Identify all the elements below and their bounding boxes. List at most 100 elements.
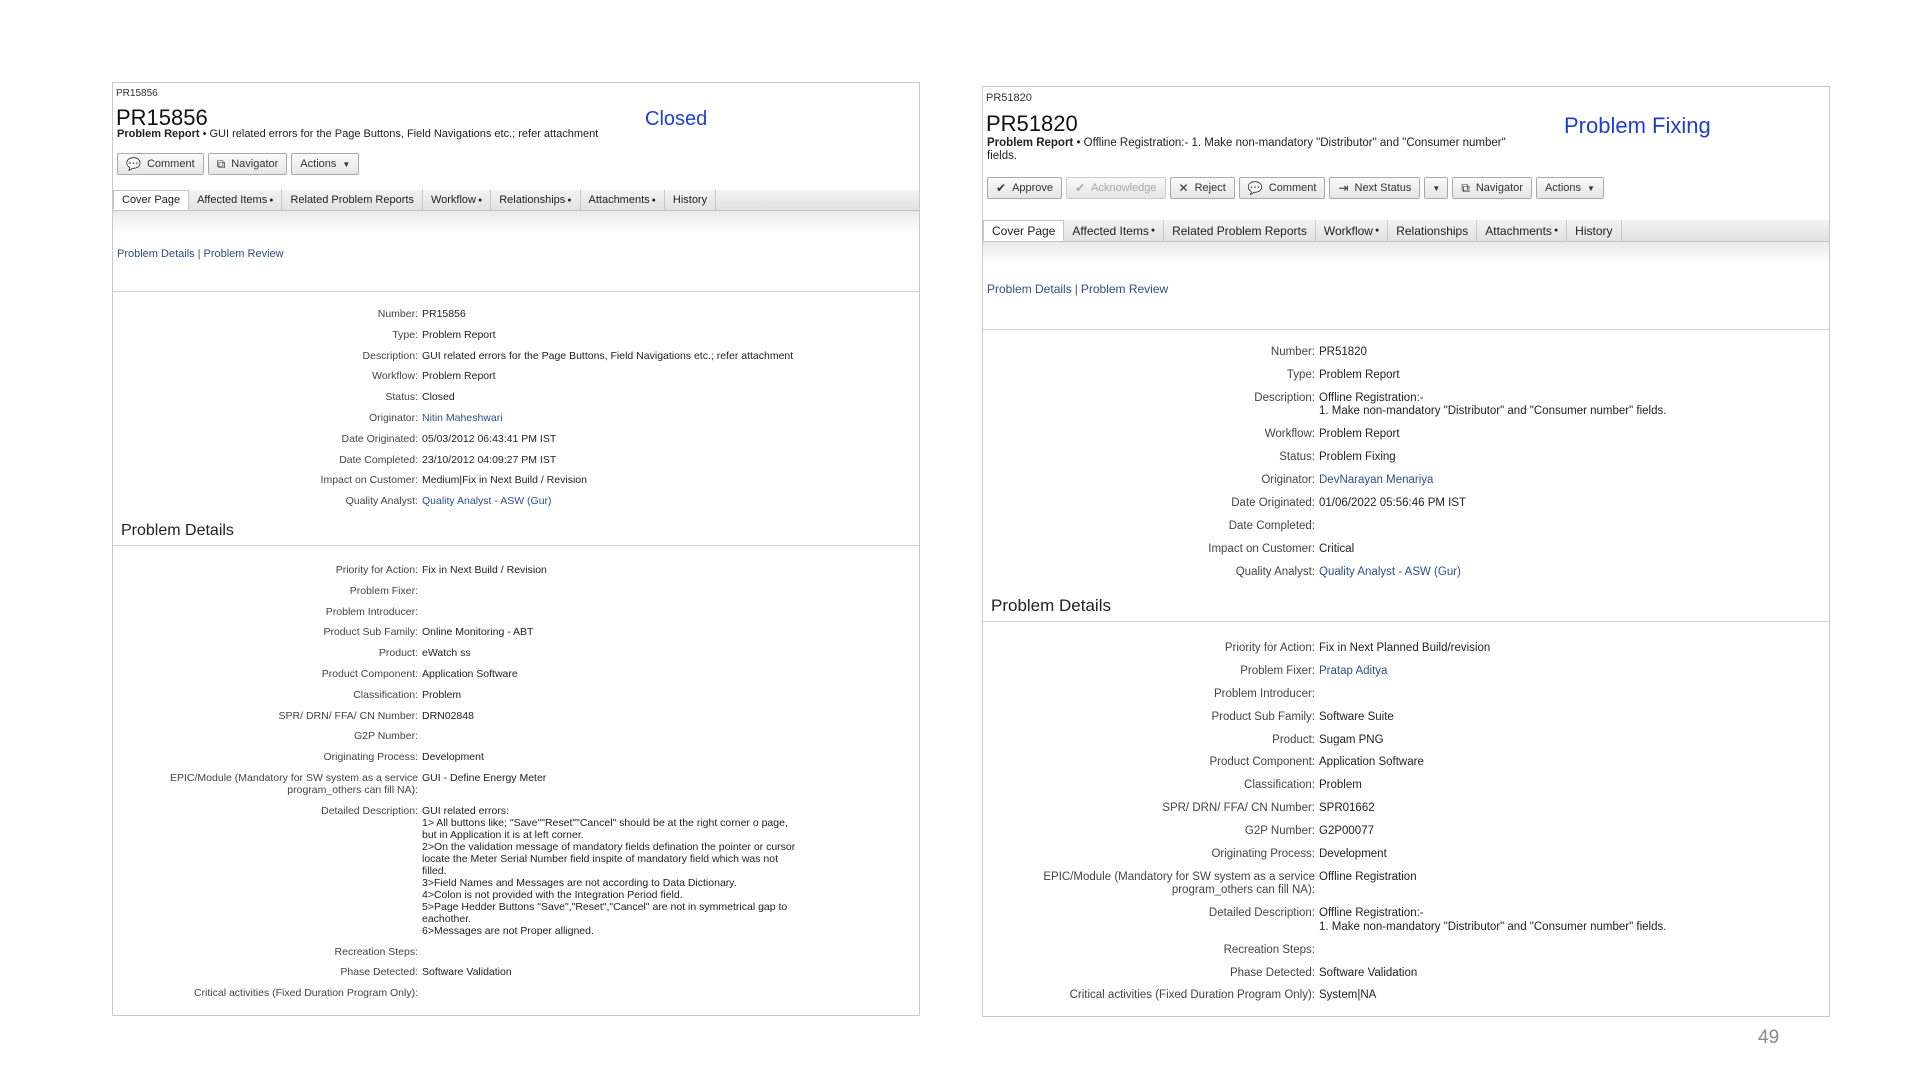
field-value: Application Software xyxy=(422,667,518,680)
approve-button[interactable]: ✔ Approve xyxy=(987,177,1063,199)
tab-workflow[interactable]: Workflow ● xyxy=(423,190,492,210)
field-row: Priority for Action: Fix in Next Build / … xyxy=(113,564,919,576)
divider xyxy=(113,545,919,546)
field-label: Quality Analyst: xyxy=(1235,565,1315,578)
tab-workflow[interactable]: Workflow ● xyxy=(1316,220,1389,241)
navigator-icon: ⧉ xyxy=(216,157,226,171)
field-label: Status: xyxy=(1279,451,1315,464)
problem-details-heading: Problem Details xyxy=(121,522,234,539)
record-subtitle: Problem Report • Offline Registration:- … xyxy=(987,137,1587,163)
field-label: EPIC/Module (Mandatory for SW system as … xyxy=(170,771,418,796)
field-value-link[interactable]: Quality Analyst - ASW (Gur) xyxy=(1319,566,1461,580)
problem-details-link[interactable]: Problem Details xyxy=(987,282,1072,296)
field-value-link[interactable]: Quality Analyst - ASW (Gur) xyxy=(422,495,552,507)
field-row: Status: Problem Fixing xyxy=(983,451,1829,465)
field-label: Problem Introducer: xyxy=(1214,687,1315,700)
tab-attachments[interactable]: Attachments ● xyxy=(1477,220,1568,241)
reject-button[interactable]: ✕ Reject xyxy=(1169,177,1235,199)
field-value: 01/06/2022 05:56:46 PM IST xyxy=(1319,496,1467,509)
problem-review-link[interactable]: Problem Review xyxy=(1081,282,1168,296)
tab-cover-page[interactable]: Cover Page xyxy=(113,190,190,210)
field-value: Sugam PNG xyxy=(1319,733,1384,746)
problem-review-link[interactable]: Problem Review xyxy=(204,248,284,260)
field-row: Description: GUI related errors for the P… xyxy=(113,350,919,362)
tab-related-problem-reports[interactable]: Related Problem Reports xyxy=(1164,220,1316,241)
button-label: Navigator xyxy=(231,158,279,170)
tab-affected-items[interactable]: Affected Items ● xyxy=(1064,220,1165,241)
tab-label: Relationships xyxy=(1396,223,1469,238)
field-label: SPR/ DRN/ FFA/ CN Number: xyxy=(1162,802,1315,815)
field-row: Product Sub Family: Software Suite xyxy=(983,711,1829,725)
acknowledge-button: ✔ Acknowledge xyxy=(1066,177,1166,199)
field-label: Phase Detected: xyxy=(340,966,418,979)
tab-relationships[interactable]: Relationships xyxy=(1388,220,1478,241)
field-value: Problem xyxy=(1319,779,1362,792)
field-row: Critical activities (Fixed Duration Prog… xyxy=(113,987,919,999)
field-row: Problem Fixer: Pratap Aditya xyxy=(983,665,1829,679)
field-value: Critical xyxy=(1319,542,1355,555)
tab-history[interactable]: History xyxy=(1567,220,1622,241)
field-value: GUI related errors for the Page Buttons,… xyxy=(422,349,794,362)
field-value-link[interactable]: Nitin Maheshwari xyxy=(422,412,503,424)
field-value-link[interactable]: Pratap Aditya xyxy=(1319,665,1387,679)
tab-relationships[interactable]: Relationships ● xyxy=(491,190,581,210)
action-toolbar: 💬 Comment ⧉ Navigator Actions ▼ xyxy=(117,153,360,175)
field-label: Impact on Customer: xyxy=(320,474,418,487)
button-label: Approve xyxy=(1012,182,1054,194)
field-label: Problem Fixer: xyxy=(1240,664,1315,677)
navigator-button[interactable]: ⧉ Navigator xyxy=(1452,177,1532,199)
problem-details-link[interactable]: Problem Details xyxy=(117,248,195,260)
tab-label: Relationships xyxy=(499,194,566,206)
field-label: Product Component: xyxy=(321,667,418,680)
indicator-dot-icon: ● xyxy=(567,196,572,204)
field-value-link[interactable]: DevNarayan Menariya xyxy=(1319,474,1433,488)
tab-content-shade xyxy=(113,211,919,233)
field-row: Problem Introducer: xyxy=(113,606,919,618)
navigator-button[interactable]: ⧉ Navigator xyxy=(207,153,288,175)
actions-button[interactable]: Actions ▼ xyxy=(1535,177,1604,199)
field-row: Product: eWatch ss xyxy=(113,647,919,659)
field-row: Originator: DevNarayan Menariya xyxy=(983,474,1829,488)
right-problem-report-panel: PR51820 PR51820 Problem Fixing Problem R… xyxy=(982,86,1830,1017)
next-status-button[interactable]: ⇥ Next Status xyxy=(1329,177,1421,199)
next-status-dropdown-button[interactable]: ▼ xyxy=(1424,177,1449,199)
field-label: Date Completed: xyxy=(339,453,418,466)
status-label: Problem Fixing xyxy=(1564,113,1711,138)
field-row: Detailed Description: Offline Registratio… xyxy=(983,907,1829,934)
tab-attachments[interactable]: Attachments ● xyxy=(581,190,665,210)
tab-affected-items[interactable]: Affected Items ● xyxy=(189,190,283,210)
tab-related-problem-reports[interactable]: Related Problem Reports xyxy=(282,190,423,210)
field-value: Software Suite xyxy=(1319,710,1394,723)
tab-history[interactable]: History xyxy=(665,190,717,210)
field-row: Priority for Action: Fix in Next Planned … xyxy=(983,642,1829,656)
field-value: Closed xyxy=(422,391,455,404)
field-row: Originator: Nitin Maheshwari xyxy=(113,412,919,424)
comment-button[interactable]: 💬 Comment xyxy=(117,153,204,175)
field-label: Originator: xyxy=(368,411,418,424)
indicator-dot-icon: ● xyxy=(1150,227,1156,234)
field-value: Offline Registration:- 1. Make non-manda… xyxy=(1319,907,1667,933)
indicator-dot-icon: ● xyxy=(477,196,483,204)
actions-button[interactable]: Actions ▼ xyxy=(291,153,360,175)
field-value: 23/10/2012 04:09:27 PM IST xyxy=(422,453,557,466)
field-label: Date Originated: xyxy=(1231,496,1315,509)
field-label: Classification: xyxy=(353,688,418,701)
field-row: Type: Problem Report xyxy=(983,369,1829,383)
tab-content-shade xyxy=(983,242,1829,264)
tab-cover-page[interactable]: Cover Page xyxy=(983,220,1065,241)
field-row: Number: PR51820 xyxy=(983,346,1829,360)
navigator-icon: ⧉ xyxy=(1461,181,1470,195)
field-label: G2P Number: xyxy=(1244,825,1315,838)
tab-label: Attachments xyxy=(588,194,650,206)
left-problem-report-panel: PR15856 PR15856 Closed Problem Report • … xyxy=(112,82,920,1016)
field-row: Phase Detected: Software Validation xyxy=(113,966,919,978)
field-label: Workflow: xyxy=(1264,428,1315,441)
comment-button[interactable]: 💬 Comment xyxy=(1238,177,1326,199)
tab-label: Related Problem Reports xyxy=(290,194,414,206)
divider xyxy=(113,291,919,292)
button-label: Next Status xyxy=(1354,182,1412,194)
record-subtitle: Problem Report • GUI related errors for … xyxy=(117,128,737,141)
field-row: Impact on Customer: Critical xyxy=(983,543,1829,557)
divider xyxy=(983,329,1829,330)
field-label: Impact on Customer: xyxy=(1208,542,1315,555)
